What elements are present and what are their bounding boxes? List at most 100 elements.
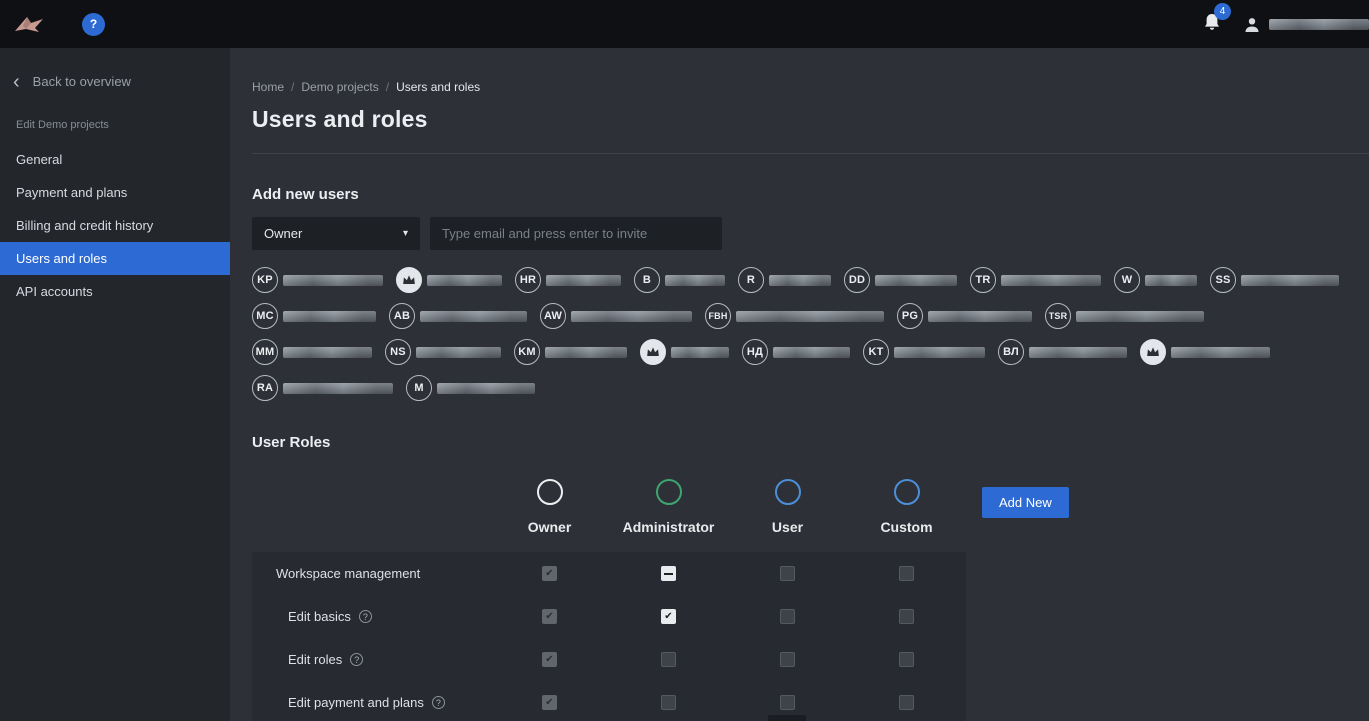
user-avatar: AB — [389, 303, 415, 329]
user-entry[interactable]: MM — [252, 339, 372, 365]
user-entry[interactable]: PG — [897, 303, 1032, 329]
breadcrumb-item[interactable]: Users and roles — [396, 80, 480, 94]
sidebar-item-payment-and-plans[interactable]: Payment and plans — [0, 176, 230, 209]
breadcrumb-separator: / — [386, 80, 389, 94]
user-entry[interactable]: MC — [252, 303, 376, 329]
invite-email-input[interactable] — [430, 217, 722, 250]
user-entry[interactable]: HR — [515, 267, 621, 293]
help-icon[interactable]: ? — [359, 610, 372, 623]
permissions-table: Workspace management✔Edit basics?✔✔Edit … — [252, 552, 966, 721]
user-entry[interactable]: B — [634, 267, 725, 293]
user-avatar: TSR — [1045, 303, 1071, 329]
sidebar-item-users-and-roles[interactable]: Users and roles — [0, 242, 230, 275]
permission-cell: ✔ — [490, 695, 609, 710]
checkbox-indeterminate[interactable] — [661, 566, 676, 581]
checkbox-unchecked[interactable] — [899, 695, 914, 710]
user-entry[interactable] — [640, 339, 729, 365]
checkbox-unchecked[interactable] — [780, 609, 795, 624]
checkbox-unchecked[interactable] — [899, 609, 914, 624]
user-entry[interactable] — [1140, 339, 1270, 365]
redacted-user-name — [1029, 347, 1127, 358]
user-avatar: SS — [1210, 267, 1236, 293]
user-avatar: HR — [515, 267, 541, 293]
permission-cell — [728, 695, 847, 710]
user-avatar: MC — [252, 303, 278, 329]
user-list-row: KP HR BR DD TR W SS — [252, 266, 1369, 294]
breadcrumb-item[interactable]: Demo projects — [301, 80, 378, 94]
user-entry[interactable]: DD — [844, 267, 957, 293]
user-avatar: KP — [252, 267, 278, 293]
user-list-row: MC AB AW FBH PG TSR — [252, 302, 1369, 330]
user-entry[interactable]: ВЛ — [998, 339, 1127, 365]
checkbox-unchecked[interactable] — [780, 566, 795, 581]
permission-cell — [609, 695, 728, 710]
crown-glyph — [646, 346, 660, 358]
indeterminate-mark — [664, 573, 673, 575]
help-icon[interactable]: ? — [350, 653, 363, 666]
user-entry[interactable]: AW — [540, 303, 692, 329]
topbar: ? 4 — [0, 0, 1369, 48]
sidebar-item-billing-and-credit-history[interactable]: Billing and credit history — [0, 209, 230, 242]
sidebar-item-api-accounts[interactable]: API accounts — [0, 275, 230, 308]
user-avatar: RA — [252, 375, 278, 401]
redacted-user-name — [546, 275, 621, 286]
cutoff-next-row-control[interactable] — [768, 715, 806, 721]
checkbox-unchecked[interactable] — [661, 652, 676, 667]
user-entry[interactable]: FBH — [705, 303, 884, 329]
role-circle-user[interactable] — [775, 479, 801, 505]
user-entry[interactable]: KM — [514, 339, 627, 365]
checkbox-unchecked[interactable] — [899, 652, 914, 667]
checkbox-unchecked[interactable] — [780, 695, 795, 710]
breadcrumb-item[interactable]: Home — [252, 80, 284, 94]
add-new-role-button[interactable]: Add New — [982, 487, 1069, 518]
role-circle-custom[interactable] — [894, 479, 920, 505]
permission-cell — [609, 566, 728, 581]
redacted-user-name — [671, 347, 729, 358]
permission-row: Edit payment and plans?✔ — [252, 681, 966, 721]
checkbox-unchecked[interactable] — [899, 566, 914, 581]
checkbox-unchecked[interactable] — [661, 695, 676, 710]
checkbox-checked[interactable]: ✔ — [661, 609, 676, 624]
caret-down-icon: ▾ — [403, 228, 408, 239]
checkbox-checked-muted[interactable]: ✔ — [542, 609, 557, 624]
sidebar-section-label: Edit Demo projects — [16, 119, 214, 131]
chevron-left-icon: ‹ — [13, 76, 20, 88]
permission-cell: ✔ — [490, 652, 609, 667]
user-avatar: W — [1114, 267, 1140, 293]
role-circle-administrator[interactable] — [656, 479, 682, 505]
checkbox-checked-muted[interactable]: ✔ — [542, 566, 557, 581]
user-entry[interactable]: SS — [1210, 267, 1339, 293]
checkbox-unchecked[interactable] — [780, 652, 795, 667]
permission-label-text: Edit basics — [288, 609, 351, 624]
role-column-label: User — [772, 519, 803, 535]
permission-label: Workspace management — [252, 566, 490, 581]
user-entry[interactable]: НД — [742, 339, 850, 365]
user-entry[interactable]: KT — [863, 339, 985, 365]
notifications-button[interactable]: 4 — [1203, 12, 1221, 36]
user-entry[interactable]: RA — [252, 375, 393, 401]
user-entry[interactable]: KP — [252, 267, 383, 293]
role-circle-owner[interactable] — [537, 479, 563, 505]
permission-label-text: Workspace management — [276, 566, 420, 581]
checkbox-checked-muted[interactable]: ✔ — [542, 652, 557, 667]
help-button[interactable]: ? — [82, 13, 105, 36]
account-menu[interactable] — [1243, 16, 1369, 33]
sidebar-item-general[interactable]: General — [0, 143, 230, 176]
user-entry[interactable]: R — [738, 267, 831, 293]
app-logo[interactable] — [14, 14, 44, 34]
user-entry[interactable]: W — [1114, 267, 1197, 293]
help-icon[interactable]: ? — [432, 696, 445, 709]
user-entry[interactable]: AB — [389, 303, 527, 329]
user-entry[interactable]: M — [406, 375, 535, 401]
user-entry[interactable]: TR — [970, 267, 1101, 293]
user-entry[interactable] — [396, 267, 502, 293]
permission-cell — [728, 566, 847, 581]
permission-cell — [728, 609, 847, 624]
redacted-user-name — [420, 311, 527, 322]
user-entry[interactable]: TSR — [1045, 303, 1204, 329]
role-column-custom: Custom — [847, 479, 966, 535]
checkbox-checked-muted[interactable]: ✔ — [542, 695, 557, 710]
back-to-overview[interactable]: ‹ Back to overview — [0, 48, 230, 89]
user-entry[interactable]: NS — [385, 339, 501, 365]
invite-role-select[interactable]: Owner ▾ — [252, 217, 420, 250]
